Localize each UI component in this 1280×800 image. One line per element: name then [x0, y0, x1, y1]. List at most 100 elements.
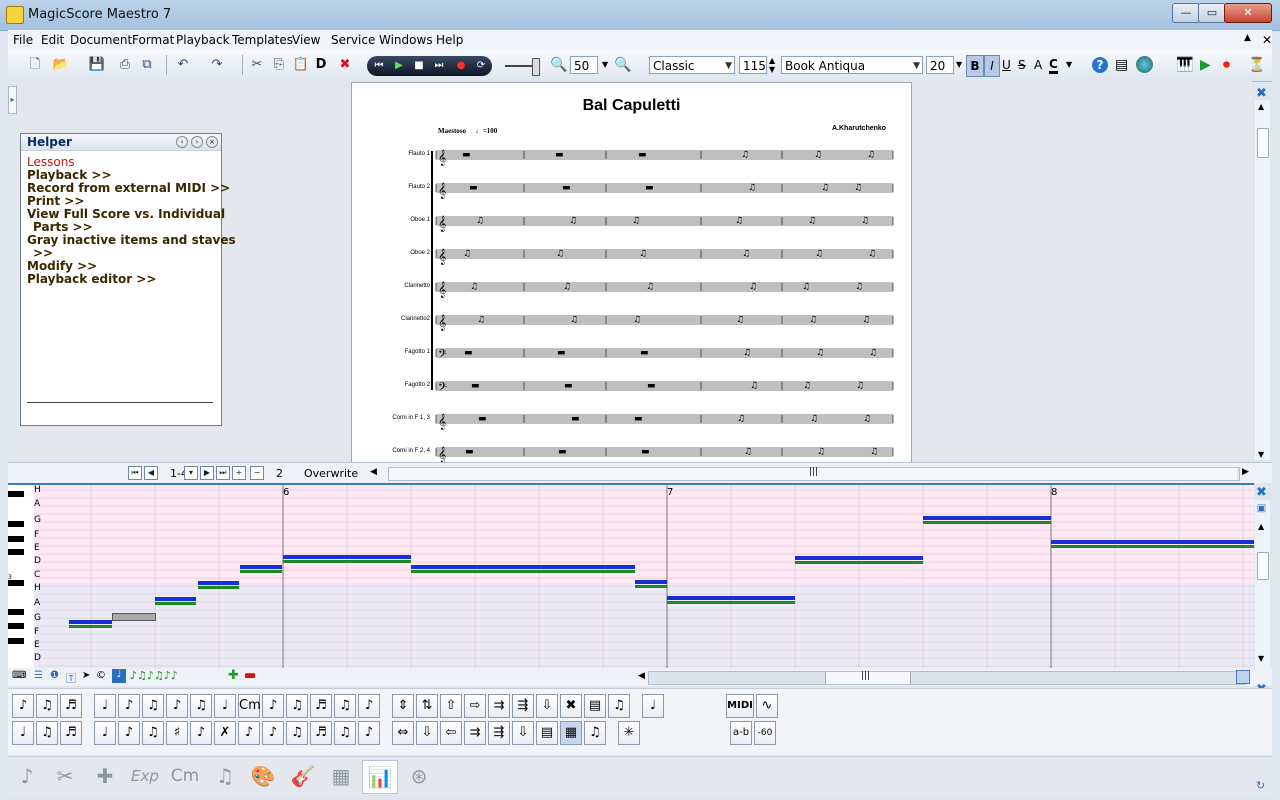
- forward-icon[interactable]: ⏭: [431, 58, 447, 74]
- score-note[interactable]: ♫: [736, 315, 744, 325]
- score-note[interactable]: ▬: [571, 414, 580, 424]
- menu-format[interactable]: Format: [132, 33, 174, 47]
- score-note[interactable]: ♫: [803, 381, 811, 391]
- undo-icon[interactable]: ↶: [174, 56, 192, 74]
- palette-tool-icon[interactable]: ♪: [358, 694, 380, 718]
- score-note[interactable]: ♫: [856, 381, 864, 391]
- piano-black-key[interactable]: [8, 638, 24, 644]
- palette-tool-icon[interactable]: ♫: [286, 694, 308, 718]
- chord-tab-icon[interactable]: Cm: [168, 760, 202, 792]
- palette-tool-icon[interactable]: ♪: [166, 694, 188, 718]
- piano-black-key[interactable]: [8, 623, 24, 629]
- score-note[interactable]: ♫: [735, 216, 743, 226]
- record-icon[interactable]: ●: [453, 58, 469, 74]
- helper-forward-icon[interactable]: ›: [191, 136, 203, 148]
- clef-symbol[interactable]: 𝄞: [438, 315, 446, 331]
- clef-symbol[interactable]: 𝄞: [438, 249, 446, 265]
- help-icon[interactable]: ?: [1092, 57, 1108, 73]
- palette-tool-icon[interactable]: ⇩: [512, 721, 534, 745]
- palette-tool-icon[interactable]: ⇧: [440, 694, 462, 718]
- clef-symbol[interactable]: 𝄞: [438, 150, 446, 166]
- score-note[interactable]: ♫: [863, 414, 871, 424]
- palette-tool-icon[interactable]: ♫: [142, 694, 164, 718]
- clef-symbol[interactable]: 𝄞: [438, 216, 446, 232]
- midi-note[interactable]: [155, 597, 196, 605]
- underline-button[interactable]: U: [1002, 58, 1011, 72]
- palette-tool-icon[interactable]: Cm: [238, 694, 261, 718]
- staff-label[interactable]: Corni in F 1, 3: [356, 415, 430, 421]
- staff-label[interactable]: Flauto 1: [356, 151, 430, 157]
- ab-button[interactable]: a-b: [730, 721, 752, 745]
- palette-tool-icon[interactable]: ⇨: [464, 694, 486, 718]
- midi-note[interactable]: [795, 556, 923, 564]
- palette-tool-icon[interactable]: ♫: [608, 694, 630, 718]
- strike-button[interactable]: S: [1018, 58, 1026, 72]
- score-note[interactable]: ▬: [465, 447, 474, 457]
- score-note[interactable]: ▬: [464, 348, 473, 358]
- menu-view[interactable]: View: [292, 33, 320, 47]
- score-note[interactable]: ▬: [555, 150, 564, 160]
- palette-tool-icon[interactable]: ⇔: [392, 721, 414, 745]
- menu-file[interactable]: File: [13, 33, 33, 47]
- prev-page-icon[interactable]: ◀: [144, 466, 158, 480]
- style-select[interactable]: Classic ▼: [649, 56, 735, 74]
- open-folder-icon[interactable]: 📂: [52, 56, 70, 74]
- helper-link-playback[interactable]: Playback >>: [27, 168, 112, 182]
- score-note[interactable]: ♫: [748, 183, 756, 193]
- roll-close-icon[interactable]: ✖: [1256, 486, 1267, 499]
- minimize-button[interactable]: —: [1172, 3, 1200, 23]
- side-panel-toggle-icon[interactable]: ▸: [8, 86, 17, 114]
- score-note[interactable]: ♫: [563, 282, 571, 292]
- score-note[interactable]: ▬: [645, 183, 654, 193]
- record-midi-icon[interactable]: ⏺: [1223, 57, 1230, 73]
- globe-icon[interactable]: [1136, 56, 1153, 73]
- cut-icon[interactable]: ✂: [248, 56, 266, 74]
- score-note[interactable]: ♫: [868, 249, 876, 259]
- menu-up-arrow-icon[interactable]: ▲: [1244, 33, 1251, 43]
- piano-black-key[interactable]: [8, 521, 24, 527]
- palette-tool-icon[interactable]: ♩: [12, 721, 34, 745]
- note-insert-icon[interactable]: ♪♫♪♫♪♪: [130, 669, 178, 682]
- list-view-icon[interactable]: ☰: [34, 670, 43, 681]
- palette-tool-icon[interactable]: ⇶: [512, 694, 534, 718]
- score-settings-icon[interactable]: ▤: [1115, 57, 1128, 73]
- menu-close-icon[interactable]: ✕: [1262, 33, 1272, 47]
- helper-link-record-midi[interactable]: Record from external MIDI >>: [27, 181, 230, 195]
- palette-tool-icon[interactable]: ⇕: [392, 694, 414, 718]
- palette-tool-icon[interactable]: ♬: [310, 721, 332, 745]
- score-note[interactable]: ♫: [743, 348, 751, 358]
- midi-note[interactable]: [69, 620, 112, 628]
- copy-icon[interactable]: ⎘: [270, 56, 288, 74]
- palette-tool-icon[interactable]: ♬: [310, 694, 332, 718]
- helper-close-icon[interactable]: ×: [206, 136, 218, 148]
- clock-tab-icon[interactable]: ⊛: [402, 760, 436, 792]
- clef-symbol[interactable]: 𝄞: [438, 282, 446, 298]
- wave-icon[interactable]: ∿: [756, 694, 778, 718]
- score-close-icon[interactable]: ✖: [1256, 87, 1267, 100]
- palette-tool-icon[interactable]: ▤: [536, 721, 558, 745]
- sixty-button[interactable]: -60: [754, 721, 776, 745]
- palette-tool-icon[interactable]: ♪: [262, 694, 284, 718]
- midi-note[interactable]: [923, 516, 1051, 524]
- score-note[interactable]: ♫: [477, 315, 485, 325]
- score-note[interactable]: ▬: [647, 381, 656, 391]
- remove-track-icon[interactable]: ▬: [244, 668, 256, 683]
- palette-tool-icon[interactable]: ⇉: [464, 721, 486, 745]
- palette-tool-icon[interactable]: ♫: [36, 694, 58, 718]
- piano-black-key[interactable]: [8, 609, 24, 615]
- palette-tool-icon[interactable]: ⇩: [536, 694, 558, 718]
- score-note[interactable]: ♫: [741, 150, 749, 160]
- font-size-dropdown-icon[interactable]: ▼: [956, 60, 962, 69]
- midi-note[interactable]: [667, 596, 795, 604]
- menu-playback[interactable]: Playback: [176, 33, 230, 47]
- pointer-icon[interactable]: ➤: [82, 670, 90, 681]
- print-preview-icon[interactable]: ⧉: [138, 56, 156, 74]
- remove-page-icon[interactable]: −: [250, 466, 264, 480]
- palette-tool-icon[interactable]: ⇩: [416, 721, 438, 745]
- menu-document[interactable]: Document: [70, 33, 132, 47]
- palette-tool-icon[interactable]: ♫: [334, 721, 356, 745]
- zoom-field[interactable]: 50: [570, 56, 598, 74]
- roll-scroll-up-icon[interactable]: ▲: [1258, 522, 1264, 531]
- add-tab-icon[interactable]: ✚: [88, 760, 122, 792]
- clef-symbol[interactable]: 𝄞: [438, 183, 446, 199]
